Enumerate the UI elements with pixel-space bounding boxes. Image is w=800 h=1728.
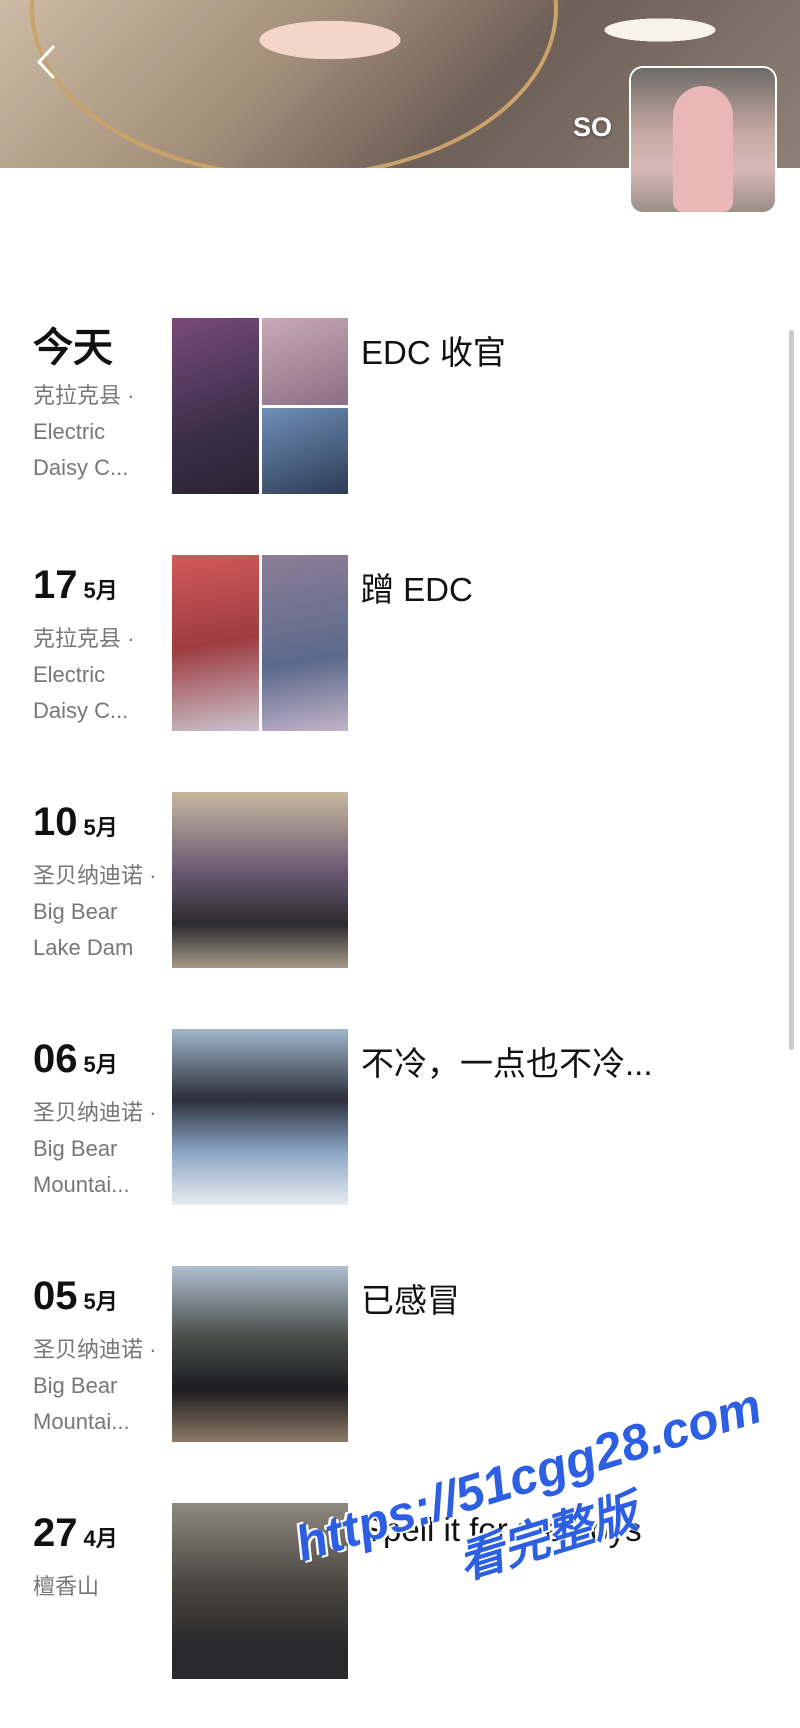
post-date: 今天 克拉克县 · Electric Daisy C... <box>33 326 163 486</box>
back-button[interactable] <box>30 42 62 82</box>
scrollbar[interactable] <box>789 330 794 1050</box>
post-caption[interactable]: EDC 收官 <box>361 326 506 374</box>
post-date: 06 5月 圣贝纳迪诺 · Big Bear Mountai... <box>33 1037 163 1203</box>
post-date: 27 4月 檀香山 <box>33 1511 163 1605</box>
post-month: 5月 <box>83 1289 118 1314</box>
post-location: 克拉克县 · Electric Daisy C... <box>33 626 135 723</box>
profile-nickname: SO <box>573 112 613 142</box>
post-location: 檀香山 <box>33 1574 100 1599</box>
post-date: 05 5月 圣贝纳迪诺 · Big Bear Mountai... <box>33 1274 163 1440</box>
list-item: 今天 克拉克县 · Electric Daisy C... EDC 收官 <box>0 318 800 518</box>
post-day: 17 <box>33 563 78 607</box>
post-month: 5月 <box>83 1052 118 1077</box>
list-item: 17 5月 克拉克县 · Electric Daisy C... 蹭 EDC <box>0 555 800 755</box>
post-caption[interactable]: 已感冒 <box>361 1274 460 1322</box>
post-caption[interactable]: Spell it for me boys <box>361 1511 642 1549</box>
list-item: 10 5月 圣贝纳迪诺 · Big Bear Lake Dam <box>0 792 800 992</box>
post-location: 圣贝纳迪诺 · Big Bear Lake Dam <box>33 863 157 960</box>
avatar[interactable] <box>631 68 775 212</box>
chevron-left-icon <box>37 45 55 79</box>
post-caption[interactable]: 蹭 EDC <box>361 563 473 611</box>
list-item: 05 5月 圣贝纳迪诺 · Big Bear Mountai... 已感冒 <box>0 1266 800 1466</box>
post-thumbnail[interactable] <box>172 1029 348 1205</box>
post-day: 05 <box>33 1274 78 1318</box>
list-item: 06 5月 圣贝纳迪诺 · Big Bear Mountai... 不冷，一点也不… <box>0 1029 800 1229</box>
post-day: 10 <box>33 800 78 844</box>
post-location: 克拉克县 · Electric Daisy C... <box>33 383 135 480</box>
post-date: 17 5月 克拉克县 · Electric Daisy C... <box>33 563 163 729</box>
post-day: 06 <box>33 1037 78 1081</box>
post-month: 5月 <box>83 815 118 840</box>
post-thumbnail[interactable] <box>172 1503 348 1679</box>
post-day: 今天 <box>33 326 113 370</box>
post-thumbnail[interactable] <box>172 1266 348 1442</box>
post-date: 10 5月 圣贝纳迪诺 · Big Bear Lake Dam <box>33 800 163 966</box>
list-item: 27 4月 檀香山 Spell it for me boys <box>0 1503 800 1703</box>
post-thumbnail[interactable] <box>172 318 348 494</box>
post-month: 5月 <box>83 578 118 603</box>
post-month: 4月 <box>83 1526 118 1551</box>
mirror-frame <box>30 0 558 168</box>
post-day: 27 <box>33 1511 78 1555</box>
post-location: 圣贝纳迪诺 · Big Bear Mountai... <box>33 1337 157 1434</box>
post-thumbnail[interactable] <box>172 555 348 731</box>
post-location: 圣贝纳迪诺 · Big Bear Mountai... <box>33 1100 157 1197</box>
post-caption[interactable]: 不冷，一点也不冷... <box>361 1037 653 1085</box>
post-thumbnail[interactable] <box>172 792 348 968</box>
